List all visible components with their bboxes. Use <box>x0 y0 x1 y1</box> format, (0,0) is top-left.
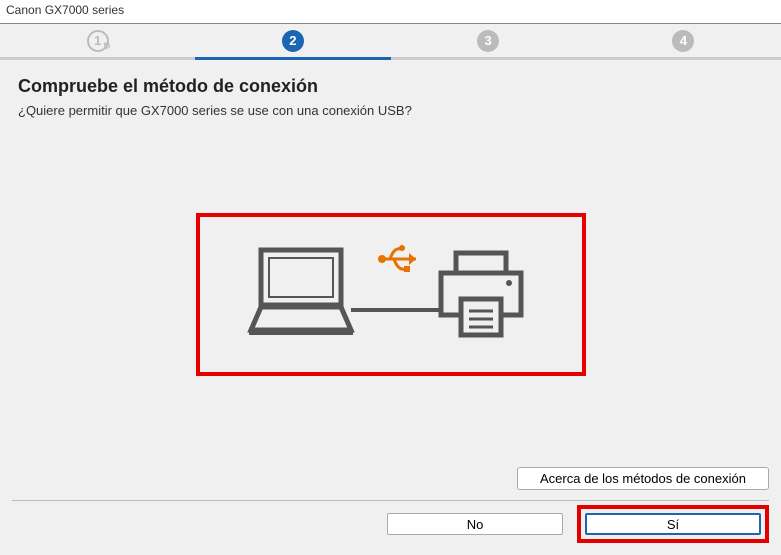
window-titlebar: Canon GX7000 series <box>0 0 781 24</box>
step-3-circle: 3 <box>477 30 499 52</box>
page-subtext: ¿Quiere permitir que GX7000 series se us… <box>18 103 763 118</box>
step-2-num: 2 <box>289 33 296 48</box>
page-heading: Compruebe el método de conexión <box>18 76 763 97</box>
step-3: 3 <box>391 24 586 60</box>
no-button-label: No <box>467 517 484 532</box>
refresh-arrow-icon: ↻ <box>103 41 111 52</box>
connection-diagram <box>196 213 586 376</box>
step-1-num: 1 <box>94 33 101 48</box>
step-2: 2 <box>195 24 390 60</box>
no-button[interactable]: No <box>387 513 563 535</box>
laptop-icon <box>249 250 353 335</box>
usb-diagram-svg <box>231 235 551 355</box>
step-4-circle: 4 <box>672 30 694 52</box>
step-1: 1 ↻ <box>0 24 195 60</box>
yes-button[interactable]: Sí <box>585 513 761 535</box>
yes-highlight: Sí <box>577 505 769 543</box>
info-row: Acerca de los métodos de conexión <box>12 467 769 501</box>
step-4: 4 <box>586 24 781 60</box>
step-3-num: 3 <box>485 33 492 48</box>
step-4-num: 4 <box>680 33 687 48</box>
stepper: 1 ↻ 2 3 4 <box>0 24 781 60</box>
about-connection-label: Acerca de los métodos de conexión <box>540 471 746 486</box>
step-2-circle: 2 <box>282 30 304 52</box>
step-1-circle: 1 ↻ <box>87 30 109 52</box>
window-title: Canon GX7000 series <box>6 3 124 17</box>
usb-icon <box>378 245 416 272</box>
printer-icon <box>441 253 521 335</box>
about-connection-methods-button[interactable]: Acerca de los métodos de conexión <box>517 467 769 490</box>
content-area: Compruebe el método de conexión ¿Quiere … <box>0 60 781 392</box>
yes-button-label: Sí <box>667 517 679 532</box>
bottom-button-bar: No Sí <box>387 505 769 543</box>
